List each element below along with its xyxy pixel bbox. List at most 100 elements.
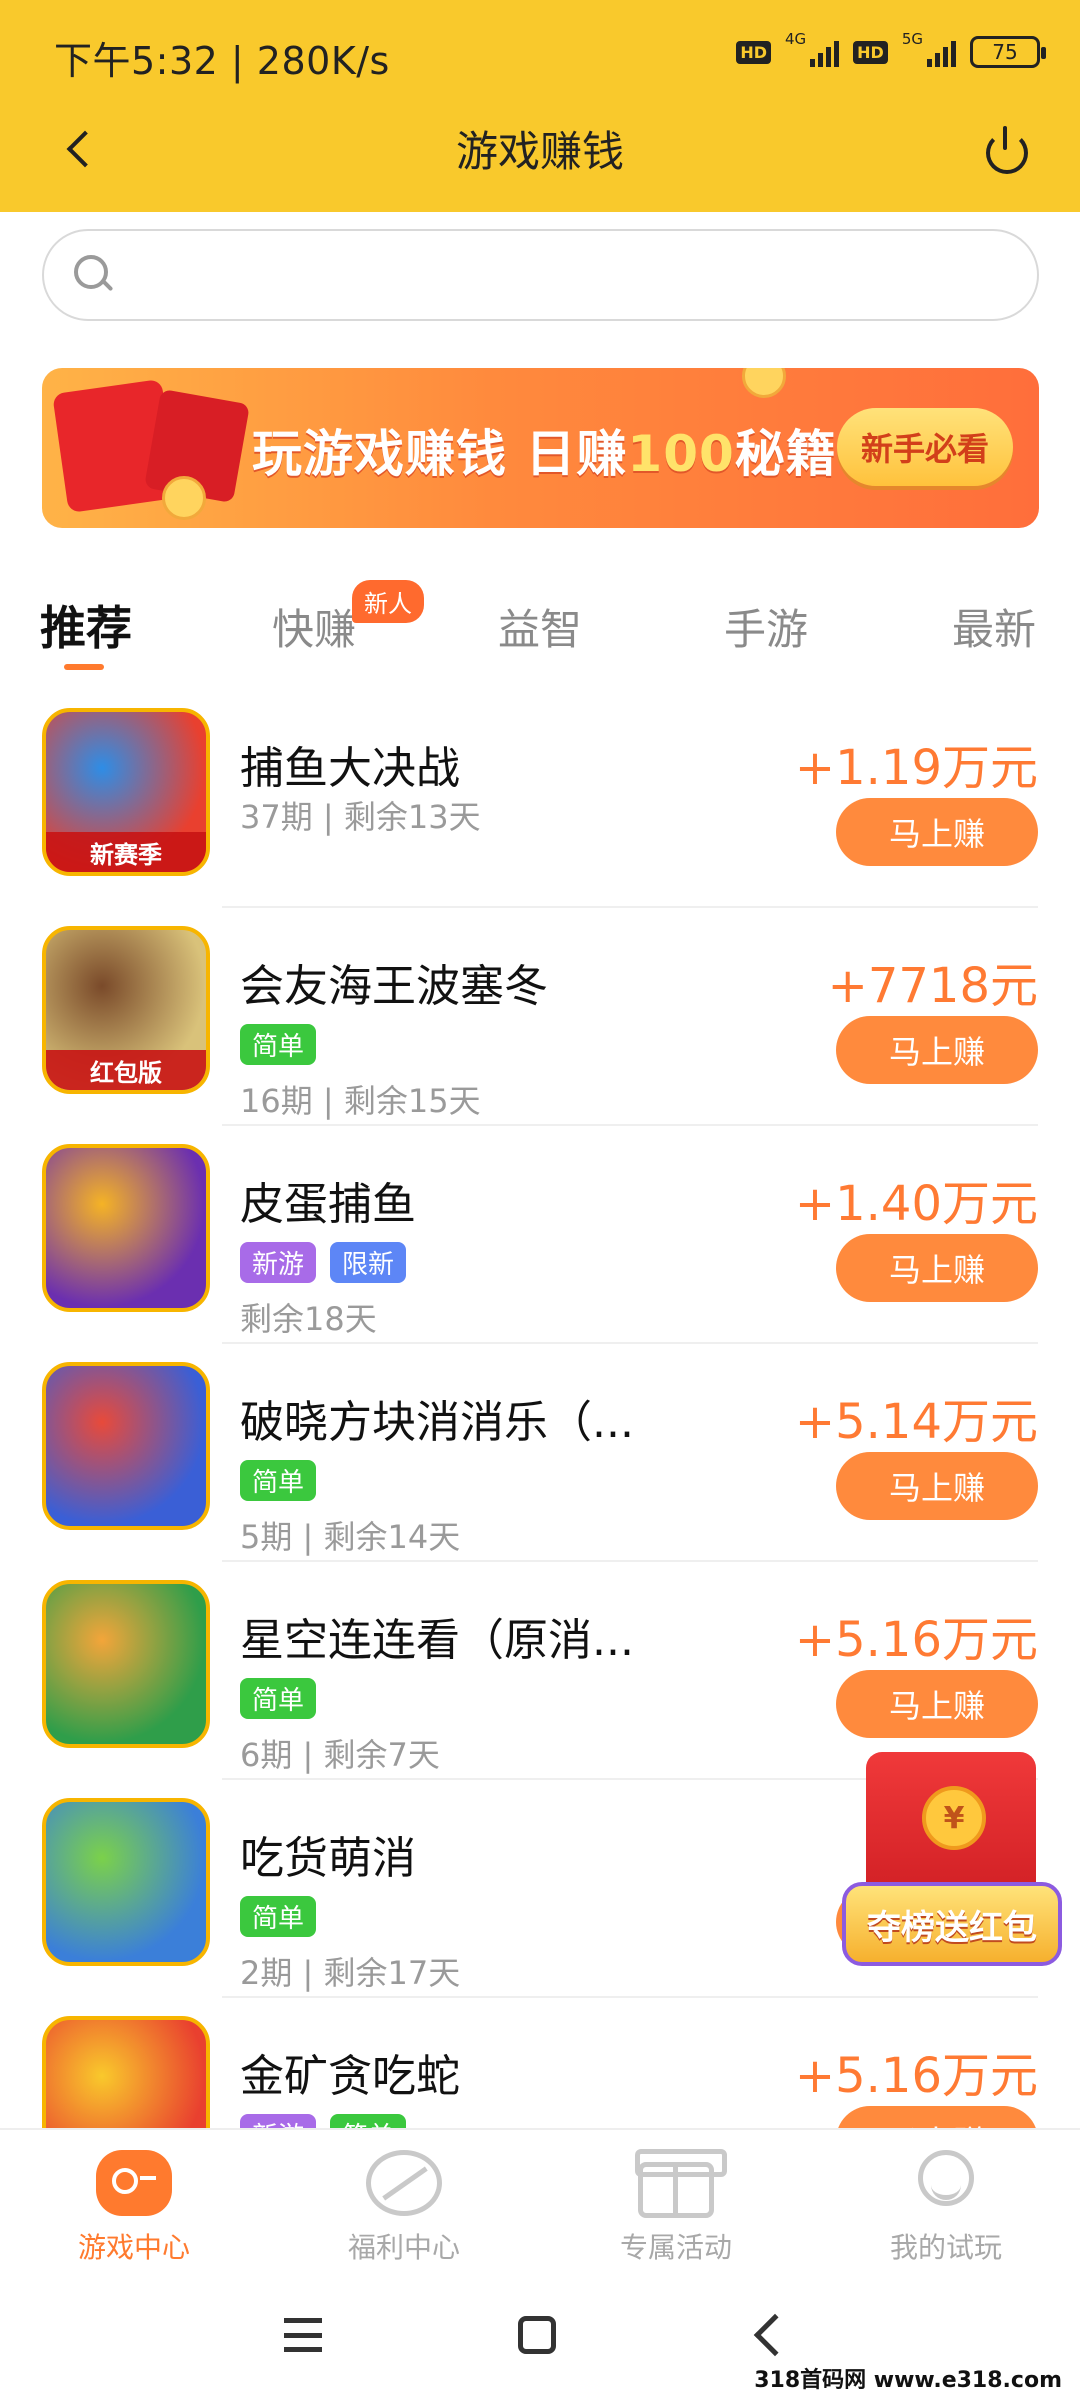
game-period-info: 16期 | 剩余15天 [240, 1082, 481, 1120]
game-icon[interactable]: 新赛季 [42, 708, 210, 876]
reward-amount: +5.16万元 [794, 1612, 1038, 1668]
banner-text-tail: 秘籍 [734, 425, 837, 483]
signal-icon [927, 37, 956, 67]
list-item[interactable]: 破晓方块消消乐（... 简单 5期 | 剩余14天 +5.14万元 马上赚 [0, 1344, 1080, 1562]
game-icon[interactable] [42, 1798, 210, 1966]
game-tag: 简单 [240, 1896, 317, 1937]
reward-amount: +1.19万元 [794, 740, 1038, 796]
reward-amount: +5.14万元 [794, 1394, 1038, 1450]
page-title: 游戏赚钱 [455, 127, 624, 176]
yuan-coin-icon: ¥ [922, 1786, 986, 1850]
game-tag: 限新 [330, 1242, 407, 1283]
earn-now-button[interactable]: 马上赚 [836, 798, 1038, 866]
game-tags: 简单 [240, 1678, 317, 1719]
earn-now-button[interactable]: 马上赚 [836, 1452, 1038, 1520]
reward-amount: +5.16万元 [794, 2048, 1038, 2104]
game-tags: 新游 限新 [240, 1242, 407, 1283]
menu-icon[interactable] [284, 2318, 322, 2352]
search-input[interactable] [134, 247, 1014, 305]
list-item[interactable]: 新赛季 捕鱼大决战 37期 | 剩余13天 +1.19万元 马上赚 [0, 690, 1080, 908]
game-icon[interactable] [42, 1580, 210, 1748]
game-icon[interactable]: 红包版 [42, 926, 210, 1094]
list-item[interactable]: 皮蛋捕鱼新游 限新剩余18天 +1.40万元 马上赚 [0, 1126, 1080, 1344]
tab-quick-earn[interactable]: 快赚 [272, 596, 356, 657]
status-icons: HD 4G HD 5G 75 [736, 30, 1046, 74]
game-period-info: 6期 | 剩余7天 [240, 1736, 440, 1774]
game-tags: 简单 [240, 1024, 317, 1065]
game-tag: 简单 [240, 1678, 317, 1719]
rank-red-packet-label: 夺榜送红包 [842, 1882, 1062, 1966]
nav-label: 专属活动 [619, 2231, 732, 2264]
home-icon[interactable] [518, 2316, 556, 2354]
game-tag: 简单 [240, 1460, 317, 1501]
app-header: 下午5:32 | 280K/s HD 4G HD 5G 75 游戏赚钱 [0, 0, 1080, 212]
game-tags: 简单 [240, 1460, 317, 1501]
tab-recommended[interactable]: 推荐 [40, 592, 132, 658]
active-tab-indicator [64, 664, 104, 670]
nav-exclusive-events[interactable]: 专属活动 [576, 2140, 776, 2270]
power-icon[interactable] [982, 126, 1030, 174]
reward-amount: +1.40万元 [794, 1176, 1038, 1232]
game-name: 破晓方块消消乐（... [240, 1397, 634, 1448]
nav-my-trials[interactable]: 我的试玩 [846, 2140, 1046, 2270]
nav-game-center[interactable]: 游戏中心 [34, 2140, 234, 2270]
gift-icon [635, 2149, 727, 2218]
game-icon[interactable] [42, 1362, 210, 1530]
category-tabs: 推荐 快赚 新人 益智 手游 最新 [0, 580, 1080, 680]
game-tag: 新游 [240, 1242, 317, 1283]
status-time: 下午5:32 | 280K/s [54, 39, 390, 83]
gamepad-icon [96, 2150, 172, 2216]
game-name: 捕鱼大决战 [240, 743, 460, 794]
game-period-info: 2期 | 剩余17天 [240, 1954, 461, 1992]
tab-puzzle[interactable]: 益智 [498, 596, 582, 657]
nav-label: 我的试玩 [889, 2231, 1002, 2264]
earn-now-button[interactable]: 马上赚 [836, 1670, 1038, 1738]
tab-mobile-games[interactable]: 手游 [724, 596, 808, 657]
user-icon [918, 2150, 974, 2206]
banner-text-main: 玩游戏赚钱 日赚 [252, 425, 628, 483]
earn-now-button[interactable]: 马上赚 [836, 1234, 1038, 1302]
system-back-icon[interactable] [753, 2313, 797, 2357]
list-item[interactable]: 红包版 会友海王波塞冬简单 16期 | 剩余15天 +7718元 马上赚 [0, 908, 1080, 1126]
newbie-guide-button[interactable]: 新手必看 [837, 408, 1013, 486]
system-nav-bar: 318首码网 www.e318.com [0, 2268, 1080, 2400]
game-name: 金矿贪吃蛇 [240, 2051, 460, 2102]
reward-amount: +7718元 [827, 958, 1038, 1014]
game-period-info: 37期 | 剩余13天 [240, 798, 481, 836]
game-name: 会友海王波塞冬 [240, 961, 548, 1012]
watermark: 318首码网 www.e318.com [748, 2360, 1068, 2396]
coin-image [162, 476, 206, 520]
game-name: 皮蛋捕鱼 [240, 1179, 416, 1230]
game-icon[interactable] [42, 1144, 210, 1312]
new-user-badge: 新人 [352, 580, 424, 623]
network-label: 4G [784, 30, 807, 48]
signal-icon [810, 37, 840, 67]
game-tag: 简单 [240, 1024, 317, 1065]
nav-welfare-center[interactable]: 福利中心 [304, 2140, 504, 2270]
game-period-info: 剩余18天 [240, 1300, 377, 1338]
nav-label: 福利中心 [347, 2231, 460, 2264]
game-icon-badge: 红包版 [46, 1050, 206, 1090]
banner-text-highlight: 100 [627, 425, 735, 483]
bottom-nav: 游戏中心 福利中心 专属活动 我的试玩 [0, 2128, 1080, 2268]
game-tags: 简单 [240, 1896, 317, 1937]
nav-label: 游戏中心 [77, 2231, 190, 2264]
game-name: 星空连连看（原消... [240, 1615, 634, 1666]
game-period-info: 5期 | 剩余14天 [240, 1518, 461, 1556]
hd-icon: HD [736, 40, 771, 64]
search-bar[interactable] [42, 229, 1039, 321]
coin-image [742, 368, 786, 398]
game-icon-badge: 新赛季 [46, 832, 206, 872]
network-label: 5G [901, 30, 923, 48]
banner-headline: 玩游戏赚钱 日赚100秘籍 [252, 414, 837, 486]
game-name: 吃货萌消 [240, 1833, 416, 1884]
battery-icon: 75 [970, 36, 1046, 68]
hd-icon: HD [853, 40, 888, 64]
tab-latest[interactable]: 最新 [952, 596, 1036, 657]
rank-red-packet-widget[interactable]: ¥ 夺榜送红包 [842, 1752, 1062, 1982]
search-icon [72, 253, 116, 297]
welfare-icon [366, 2150, 442, 2216]
earn-now-button[interactable]: 马上赚 [836, 1016, 1038, 1084]
promo-banner[interactable]: 玩游戏赚钱 日赚100秘籍 新手必看 [42, 368, 1039, 528]
list-item[interactable]: 星空连连看（原消... 简单 6期 | 剩余7天 +5.16万元 马上赚 [0, 1562, 1080, 1780]
